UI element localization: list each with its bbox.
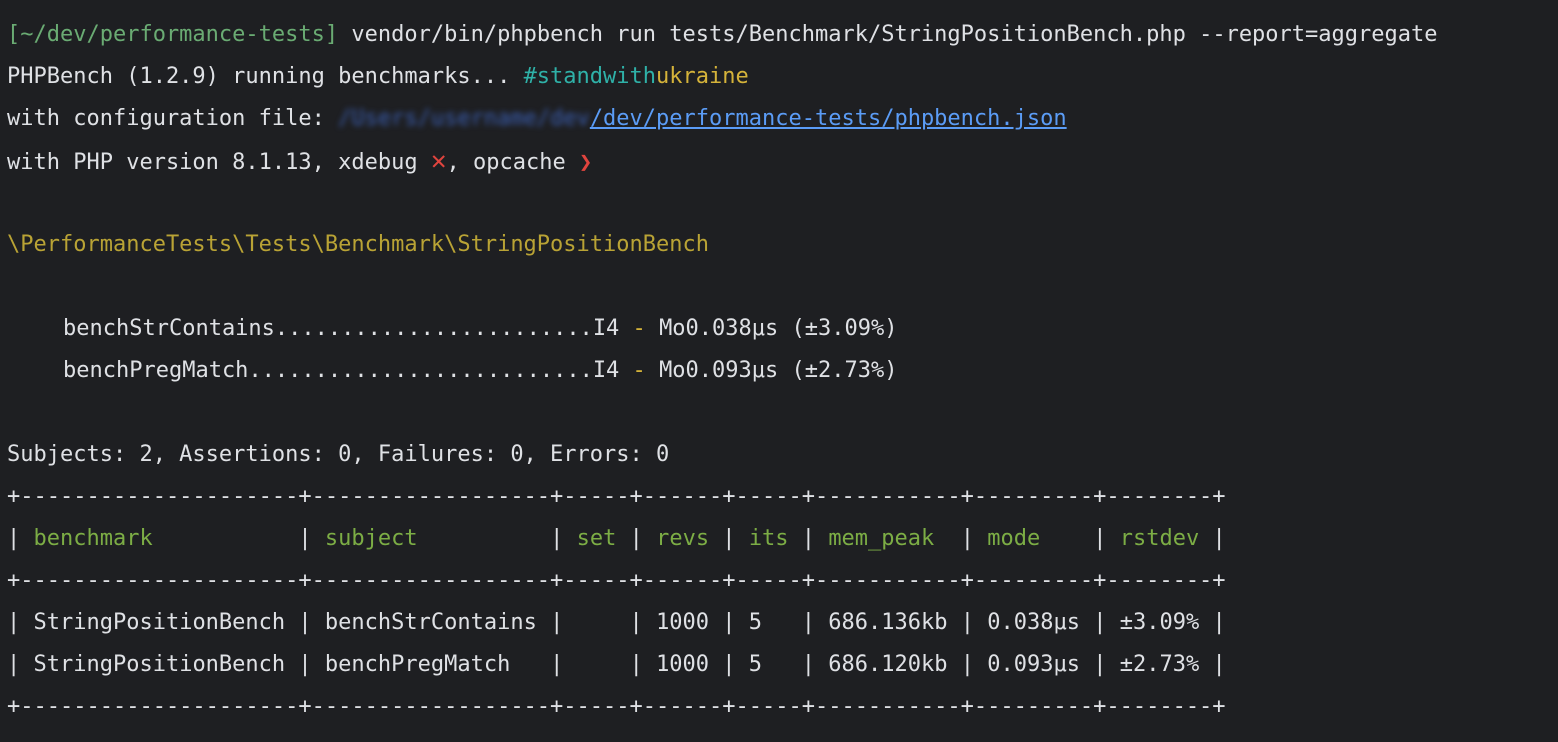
banner-running: PHPBench (1.2.9) running benchmarks... <box>7 64 524 89</box>
header-mem-peak: mem_peak <box>828 526 935 551</box>
summary-line: Subjects: 2, Assertions: 0, Failures: 0,… <box>7 442 670 467</box>
progress-iter: I4 <box>592 316 620 341</box>
progress-sep: - <box>619 358 660 383</box>
header-benchmark: benchmark <box>33 526 153 551</box>
progress-row: benchPregMatch..........................… <box>7 350 1558 392</box>
table-row: | StringPositionBench | benchPregMatch |… <box>7 652 1226 677</box>
php-label: with PHP version 8.1.13, xdebug <box>7 150 431 175</box>
header-rstdev: rstdev <box>1119 526 1200 551</box>
opcache-label: , opcache <box>446 150 579 175</box>
table-border-mid: +---------------------+-----------------… <box>7 568 1226 593</box>
cell-its: 5 <box>748 610 763 635</box>
table-border-top: +---------------------+-----------------… <box>7 484 1226 509</box>
progress-result: Mo0.093μs (±2.73%) <box>659 358 898 383</box>
header-subject: subject <box>324 526 418 551</box>
cell-rstdev: ±2.73% <box>1119 652 1200 677</box>
progress-row: benchStrContains........................… <box>7 308 1558 350</box>
bench-class-name: \PerformanceTests\Tests\Benchmark\String… <box>7 232 709 257</box>
header-set: set <box>576 526 617 551</box>
blurred-path: /Users/username/dev <box>338 106 590 131</box>
config-file-link[interactable]: /dev/performance-tests/phpbench.json <box>590 106 1067 131</box>
hashtag-standwith: #standwith <box>523 64 657 89</box>
progress-dots: .......................... <box>248 358 593 383</box>
banner-line: PHPBench (1.2.9) running benchmarks... #… <box>7 56 1558 98</box>
progress-name: benchStrContains <box>63 316 275 341</box>
xdebug-disabled-icon: ✕ <box>430 146 447 176</box>
cell-benchmark: StringPositionBench <box>33 610 286 635</box>
config-line: with configuration file: /Users/username… <box>7 98 1558 140</box>
cell-rstdev: ±3.09% <box>1119 610 1200 635</box>
cell-mode: 0.093μs <box>987 652 1080 677</box>
table-border-bottom: +---------------------+-----------------… <box>7 694 1226 719</box>
header-its: its <box>748 526 789 551</box>
cell-revs: 1000 <box>656 652 710 677</box>
config-label: with configuration file: <box>7 106 339 131</box>
command-text: vendor/bin/phpbench run tests/Benchmark/… <box>351 22 1438 47</box>
progress-name: benchPregMatch <box>63 358 249 383</box>
cell-benchmark: StringPositionBench <box>33 652 286 677</box>
cell-revs: 1000 <box>656 610 710 635</box>
prompt-path: [~/dev/performance-tests] <box>7 22 339 47</box>
cell-its: 5 <box>748 652 763 677</box>
progress-result: Mo0.038μs (±3.09%) <box>659 316 898 341</box>
progress-sep: - <box>619 316 660 341</box>
command-line: [~/dev/performance-tests] vendor/bin/php… <box>7 14 1558 56</box>
cell-mem-peak: 686.120kb <box>828 652 948 677</box>
table-header-row: | benchmark | subject | set | revs | its… <box>7 526 1226 551</box>
progress-dots: ........................ <box>274 316 593 341</box>
hashtag-ukraine: ukraine <box>656 64 749 89</box>
terminal[interactable]: [~/dev/performance-tests] vendor/bin/php… <box>0 0 1558 728</box>
cell-subject: benchStrContains <box>324 610 537 635</box>
php-version-line: with PHP version 8.1.13, xdebug ✕, opcac… <box>7 140 1558 182</box>
header-revs: revs <box>656 526 710 551</box>
cell-mode: 0.038μs <box>987 610 1080 635</box>
table-row: | StringPositionBench | benchStrContains… <box>7 610 1226 635</box>
cell-subject: benchPregMatch <box>324 652 511 677</box>
header-mode: mode <box>987 526 1041 551</box>
progress-iter: I4 <box>592 358 620 383</box>
cell-mem-peak: 686.136kb <box>828 610 948 635</box>
opcache-chevron-icon: ❯ <box>578 150 593 175</box>
